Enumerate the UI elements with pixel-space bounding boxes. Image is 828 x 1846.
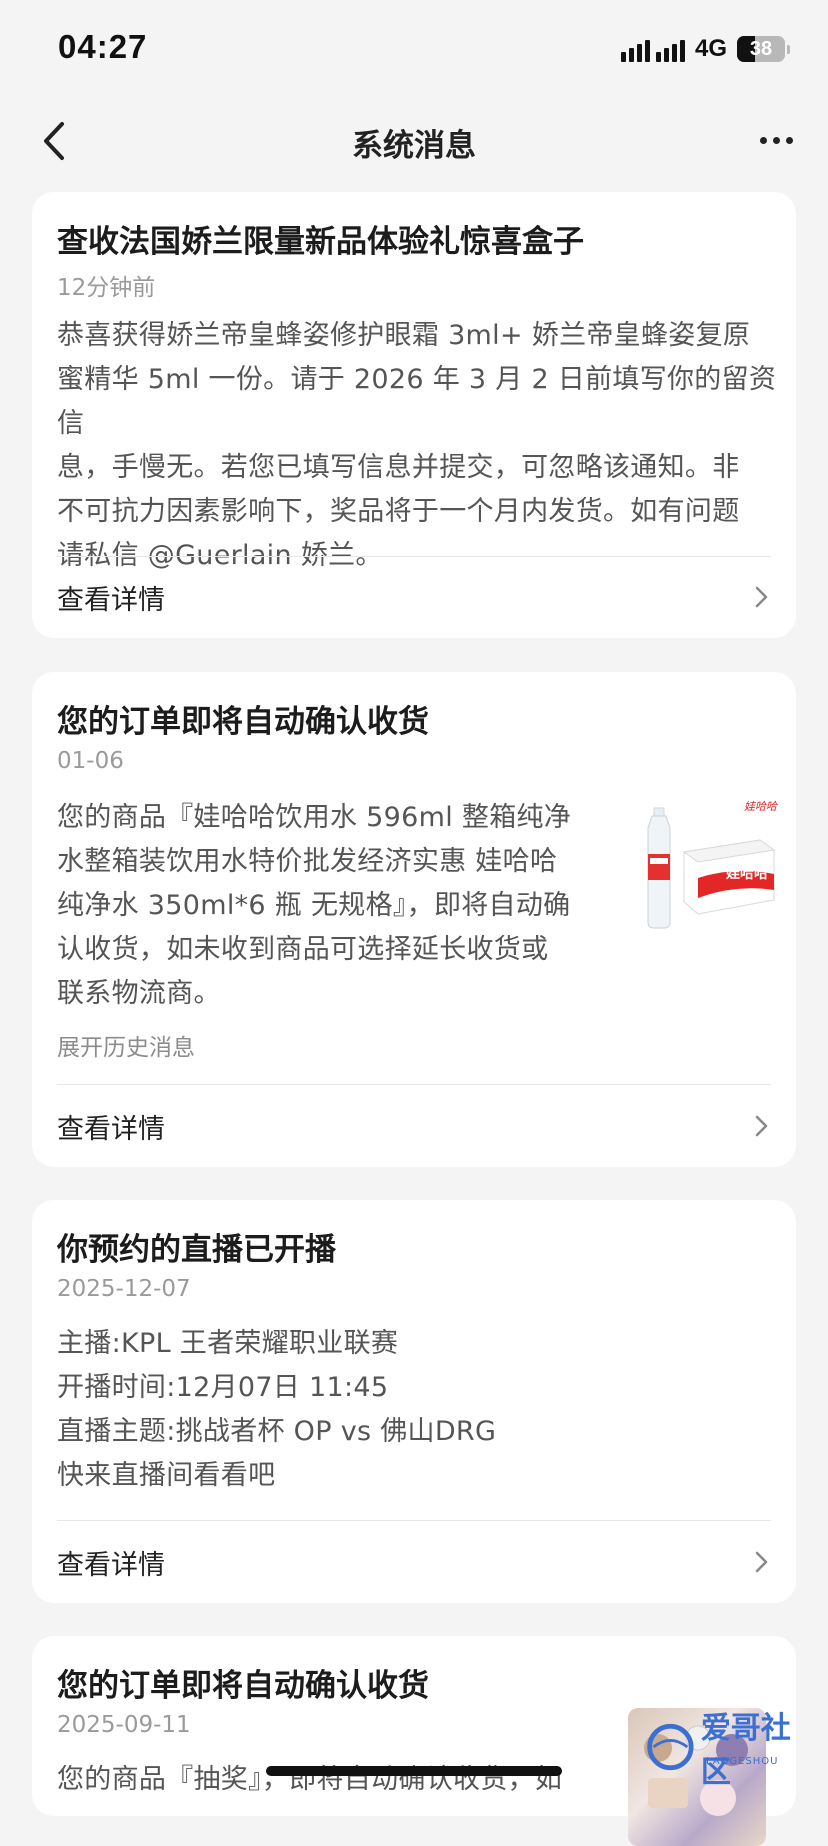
body-line: 您的商品『娃哈哈饮用水 596ml 整箱纯净 [57,802,572,833]
status-indicators: 4G 38 [620,34,790,64]
message-body: 您的商品『抽奖』，即将自动确认收货，如 [57,1758,597,1802]
divider [57,1520,771,1521]
brand-text: 娃哈哈 [725,865,768,882]
page-title: 系统消息 [352,128,476,164]
message-time: 2025-09-11 [57,1712,191,1738]
body-line: 息，手慢无。若您已填写信息并提交，可忽略该通知。非 [57,452,740,483]
body-line: 不可抗力因素影响下，奖品将于一个月内发货。如有问题 [57,496,740,527]
body-line: 您的商品『抽奖』，即将自动确认收货，如 [57,1764,563,1795]
more-dot-icon [772,136,780,144]
body-line: 快来直播间看看吧 [57,1460,276,1491]
more-dot-icon [785,136,793,144]
message-card[interactable]: 您的订单即将自动确认收货 01-06 您的商品『娃哈哈饮用水 596ml 整箱纯… [32,672,796,1167]
body-line: 恭喜获得娇兰帝皇蜂姿修护眼霜 3ml+ 娇兰帝皇蜂姿复原 [57,320,751,351]
water-bottle-image: 娃哈哈 娃哈哈 [647,800,778,929]
body-line: 蜜精华 5ml 一份。请于 2026 年 3 月 2 日前填写你的留资信 [57,364,777,439]
message-title: 查收法国娇兰限量新品体验礼惊喜盒子 [57,224,584,260]
body-line: 联系物流商。 [57,978,221,1009]
view-details-label: 查看详情 [57,1113,165,1145]
message-title: 您的订单即将自动确认收货 [57,1668,429,1704]
message-body: 恭喜获得娇兰帝皇蜂姿修护眼霜 3ml+ 娇兰帝皇蜂姿复原 蜜精华 5ml 一份。… [57,314,777,578]
expand-history-link[interactable]: 展开历史消息 [57,1028,195,1062]
battery-cap [787,44,790,54]
battery-icon: 38 [737,36,785,62]
battery-percent: 38 [749,37,773,60]
body-line: 纯净水 350ml*6 瓶 无规格』，即将自动确 [57,890,571,921]
divider [57,556,771,557]
message-body: 您的商品『娃哈哈饮用水 596ml 整箱纯净 水整箱装饮用水特价批发经济实惠 娃… [57,796,587,1016]
body-line: 水整箱装饮用水特价批发经济实惠 娃哈哈 [57,846,558,877]
message-time: 01-06 [57,748,124,774]
body-line: 认收货，如未收到商品可选择延长收货或 [57,934,549,965]
message-body: 主播:KPL 王者荣耀职业联赛 开播时间:12月07日 11:45 直播主题:挑… [57,1322,777,1498]
view-details-button[interactable]: 查看详情 [57,567,771,627]
message-time: 12分钟前 [57,275,156,301]
view-details-button[interactable]: 查看详情 [57,1096,771,1156]
brand-logo-text: 娃哈哈 [744,800,778,813]
body-line: 直播主题:挑战者杯 OP vs 佛山DRG [57,1416,497,1447]
divider [57,1084,771,1085]
watermark-text: 爱哥社区 [700,1711,791,1790]
view-details-button[interactable]: 查看详情 [57,1532,771,1592]
watermark-logo: 爱哥社区 LAOGESHOU [644,1711,814,1790]
signal-icon [620,36,685,62]
message-title: 您的订单即将自动确认收货 [57,704,429,740]
view-details-label: 查看详情 [57,1549,165,1581]
message-title: 你预约的直播已开播 [57,1232,336,1268]
view-details-label: 查看详情 [57,584,165,616]
more-button[interactable] [756,128,796,152]
status-bar: 04:27 4G 38 [0,0,828,100]
watermark-globe-icon [647,1723,694,1771]
watermark-subtext: LAOGESHOU [706,1756,779,1767]
status-time: 04:27 [58,28,148,65]
more-dot-icon [759,136,767,144]
navigation-bar: 系统消息 [0,100,828,182]
chevron-right-icon [755,1551,768,1573]
home-indicator[interactable] [266,1766,562,1776]
body-line: 主播:KPL 王者荣耀职业联赛 [57,1328,399,1359]
product-thumbnail[interactable]: 娃哈哈 娃哈哈 [640,792,778,930]
message-card[interactable]: 你预约的直播已开播 2025-12-07 主播:KPL 王者荣耀职业联赛 开播时… [32,1200,796,1603]
network-type: 4G [694,35,727,62]
chevron-right-icon [755,1115,768,1137]
message-card[interactable]: 查收法国娇兰限量新品体验礼惊喜盒子 12分钟前 恭喜获得娇兰帝皇蜂姿修护眼霜 3… [32,192,796,638]
body-line: 开播时间:12月07日 11:45 [57,1372,389,1403]
chevron-right-icon [755,586,768,608]
message-time: 2025-12-07 [57,1276,191,1302]
